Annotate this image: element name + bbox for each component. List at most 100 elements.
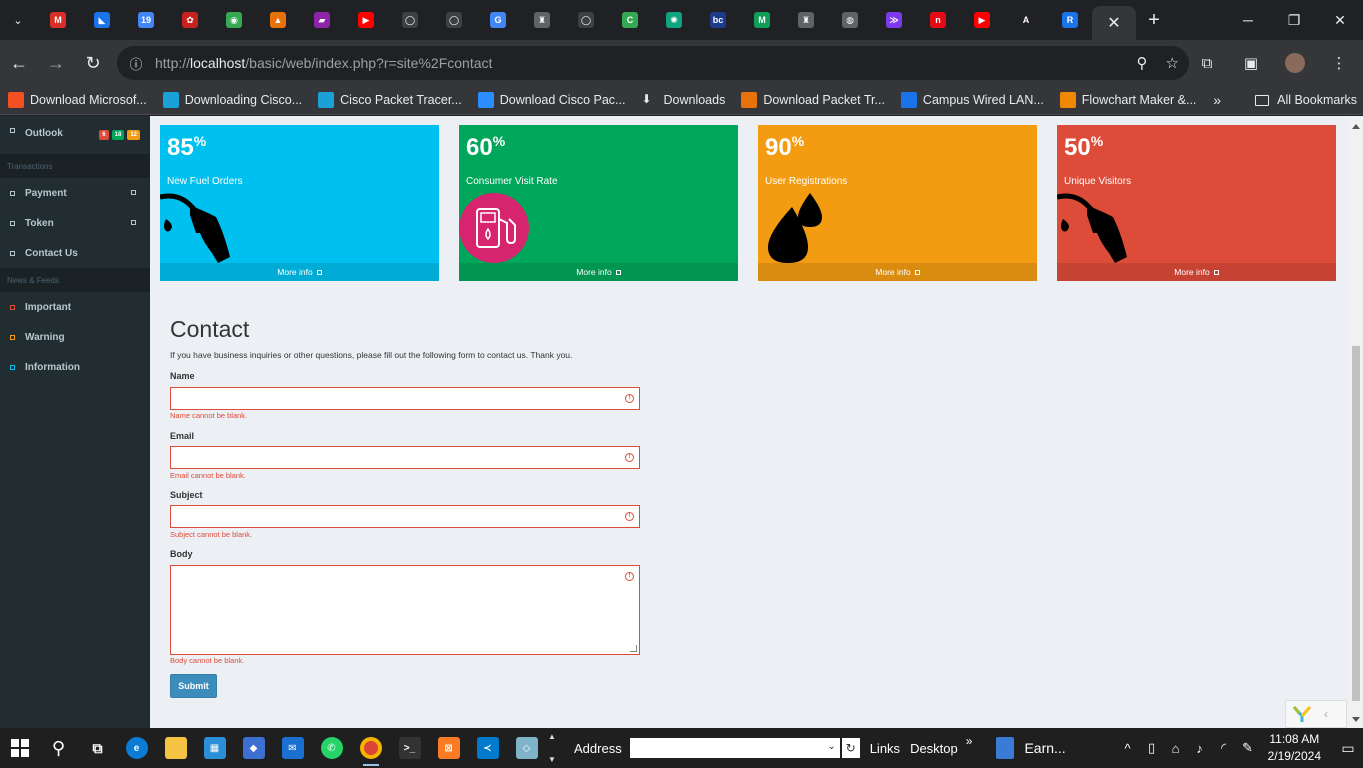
edge-icon[interactable]: e (117, 728, 156, 768)
bookmarks-overflow-icon[interactable]: » (1213, 86, 1221, 114)
store-icon[interactable]: ▦ (195, 728, 234, 768)
taskbar-open-document[interactable]: Earn... (996, 737, 1066, 759)
translate-tab[interactable]: G (476, 0, 520, 40)
bookmark-item[interactable]: Flowchart Maker &... (1052, 86, 1205, 114)
close-window-icon[interactable]: ✕ (1317, 0, 1363, 40)
xampp-icon[interactable]: ⊠ (429, 728, 468, 768)
sidebar-item-warning[interactable]: Warning (0, 322, 150, 352)
app-tab-9[interactable]: M (740, 0, 784, 40)
profile-avatar[interactable] (1277, 45, 1313, 81)
bookmark-item[interactable]: Download Microsof... (0, 86, 155, 114)
search-icon[interactable]: ⚲ (39, 728, 78, 768)
app-tab-7[interactable]: C (608, 0, 652, 40)
reload-icon[interactable]: ↻ (75, 45, 111, 81)
site-info-icon[interactable]: ⓘ (121, 54, 151, 73)
sidebar-item-important[interactable]: Important (0, 292, 150, 322)
toolbar-overflow-icon[interactable]: » (966, 734, 973, 748)
more-info-link[interactable]: More info (160, 263, 439, 281)
bookmark-item[interactable]: ⬇ Downloads (633, 86, 733, 114)
app-tab-13[interactable]: A (1004, 0, 1048, 40)
app-tab-5[interactable]: ▰ (300, 0, 344, 40)
terminal-icon[interactable]: >_ (390, 728, 429, 768)
tab-search-icon[interactable]: ⌄ (0, 0, 36, 40)
bookmark-item[interactable]: Download Packet Tr... (733, 86, 893, 114)
github-tab-2[interactable]: ◯ (432, 0, 476, 40)
email-field[interactable]: ! (170, 446, 640, 469)
bookmark-item[interactable]: Cisco Packet Tracer... (310, 86, 470, 114)
bookmark-star-icon[interactable]: ☆ (1166, 54, 1179, 72)
yii-debug-toolbar[interactable]: ‹ (1285, 700, 1347, 728)
app-tab-6[interactable]: ♜ (520, 0, 564, 40)
all-bookmarks-button[interactable]: All Bookmarks (1255, 86, 1357, 114)
more-info-link[interactable]: More info (1057, 263, 1336, 281)
sidebar-item-contact-us[interactable]: Contact Us (0, 238, 150, 268)
zoom-icon[interactable]: ⚲ (1137, 54, 1148, 72)
vscode-icon[interactable]: ≺ (468, 728, 507, 768)
battery-icon[interactable]: ▯ (1140, 740, 1164, 756)
chrome-icon[interactable] (351, 728, 390, 768)
address-bar[interactable]: ⓘ http://localhost/basic/web/index.php?r… (117, 46, 1189, 80)
desktop-toolbar[interactable]: Desktop (910, 741, 958, 756)
forward-arrow-icon[interactable]: → (38, 45, 74, 81)
clock[interactable]: 11:08 AM 2/19/2024 (1268, 731, 1321, 765)
scrollbar-thumb[interactable] (1352, 346, 1360, 701)
sidebar-item-token[interactable]: Token (0, 208, 150, 238)
back-arrow-icon[interactable]: ← (1, 45, 37, 81)
gmail-tab[interactable]: M (36, 0, 80, 40)
refresh-icon[interactable]: ↻ (841, 738, 860, 758)
side-panel-icon[interactable]: ▣ (1233, 45, 1269, 81)
calendar-tab[interactable]: 19 (124, 0, 168, 40)
task-view-icon[interactable]: ⧉ (78, 728, 117, 768)
more-info-link[interactable]: More info (459, 263, 738, 281)
scroll-down-icon[interactable] (1352, 717, 1360, 722)
app-tab-12[interactable]: n (916, 0, 960, 40)
chatgpt-tab[interactable]: ✺ (652, 0, 696, 40)
app-icon-2[interactable]: ◇ (507, 728, 546, 768)
new-tab-button[interactable]: + (1136, 0, 1172, 40)
app-tab-14[interactable]: R (1048, 0, 1092, 40)
bookmark-item[interactable]: Download Cisco Pac... (470, 86, 634, 114)
address-toolbar-input[interactable]: ⌄ (629, 738, 840, 758)
app-tab-4[interactable]: ▲ (256, 0, 300, 40)
whatsapp-icon[interactable]: ✆ (312, 728, 351, 768)
volume-icon[interactable]: ♪ (1188, 741, 1212, 756)
active-tab[interactable]: ✕ (1092, 6, 1136, 40)
subject-field[interactable]: ! (170, 505, 640, 528)
page-scrollbar[interactable] (1349, 116, 1363, 728)
network-icon[interactable]: ⌂ (1164, 741, 1188, 756)
chevron-up-icon[interactable]: ^ (1116, 741, 1140, 756)
menu-kebab-icon[interactable]: ⋮ (1321, 45, 1357, 81)
bookmark-item[interactable]: Downloading Cisco... (155, 86, 310, 114)
app-tab-1[interactable]: ◣ (80, 0, 124, 40)
app-tab-11[interactable]: ≫ (872, 0, 916, 40)
restore-icon[interactable]: ❐ (1271, 0, 1317, 40)
mail-icon[interactable]: ✉ (273, 728, 312, 768)
scroll-up-icon[interactable] (1352, 124, 1360, 129)
pen-icon[interactable]: ✎ (1236, 740, 1260, 756)
app-icon[interactable]: ◆ (234, 728, 273, 768)
bookmark-item[interactable]: Campus Wired LAN... (893, 86, 1052, 114)
notification-icon[interactable]: ▭ (1333, 728, 1363, 768)
file-explorer-icon[interactable] (156, 728, 195, 768)
taskbar-scroll[interactable]: ▲ ▼ (546, 728, 558, 768)
dropdown-icon[interactable]: ⌄ (827, 741, 835, 752)
app-tab-10[interactable]: ♜ (784, 0, 828, 40)
github-tab-3[interactable]: ◯ (564, 0, 608, 40)
links-toolbar[interactable]: Links (870, 741, 900, 756)
sidebar-item-payment[interactable]: Payment (0, 178, 150, 208)
github-tab-1[interactable]: ◯ (388, 0, 432, 40)
more-info-link[interactable]: More info (758, 263, 1037, 281)
url-text[interactable]: http://localhost/basic/web/index.php?r=s… (155, 55, 492, 71)
wifi-icon[interactable]: ◜ (1212, 740, 1236, 756)
chevron-left-icon[interactable]: ‹ (1324, 707, 1328, 721)
body-textarea[interactable]: ! (170, 565, 640, 655)
sidebar-item-information[interactable]: Information (0, 352, 150, 382)
globe-tab[interactable]: ◍ (828, 0, 872, 40)
submit-button[interactable]: Submit (170, 674, 217, 698)
sidebar-item-outlook[interactable]: Outlook 6 18 12 (0, 116, 150, 154)
extensions-icon[interactable]: ⧉ (1189, 45, 1225, 81)
resize-handle[interactable] (630, 645, 637, 652)
minimize-icon[interactable]: ─ (1225, 0, 1271, 40)
app-tab-2[interactable]: ✿ (168, 0, 212, 40)
close-tab-icon[interactable]: ✕ (1107, 13, 1120, 33)
